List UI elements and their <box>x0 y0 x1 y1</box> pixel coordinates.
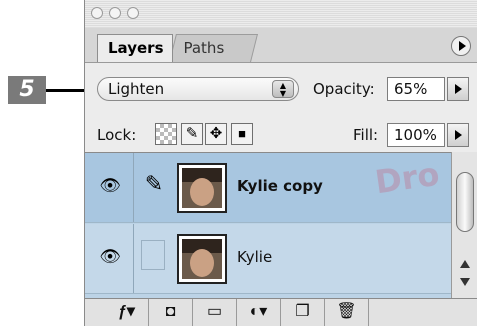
scrollbar[interactable] <box>451 152 477 298</box>
layer-row-kylie[interactable]: 👁 Kylie <box>85 224 452 294</box>
opacity-slider-arrow-icon[interactable] <box>447 77 469 101</box>
lock-transparency-icon[interactable] <box>155 123 177 145</box>
palette-menu-icon[interactable] <box>451 36 471 56</box>
layer-mask-icon[interactable]: ◘ <box>149 299 193 326</box>
column-divider <box>133 224 134 293</box>
callout-arrow-line <box>46 89 88 92</box>
scrollbar-thumb[interactable] <box>456 172 474 232</box>
opacity-input[interactable]: 65% <box>387 77 445 101</box>
trash-icon[interactable]: 🗑 <box>325 299 369 326</box>
new-set-icon[interactable]: ▭ <box>193 299 237 326</box>
opacity-label: Opacity: <box>313 80 375 98</box>
layer-options: Lighten ▲ ▼ Opacity: 65% Lock: ✎ ✥ ■ Fill… <box>85 62 477 152</box>
lock-all-icon[interactable]: ■ <box>231 123 253 145</box>
brush-icon[interactable]: ✎ <box>139 169 169 199</box>
minimize-icon[interactable] <box>109 7 121 19</box>
tab-paths-label: Paths <box>183 39 225 57</box>
tab-bar: Paths Layers <box>85 28 477 62</box>
scroll-up-icon[interactable] <box>460 260 470 268</box>
tab-paths[interactable]: Paths <box>169 34 258 62</box>
zoom-icon[interactable] <box>127 7 139 19</box>
step-callout: 5 <box>8 76 46 104</box>
new-layer-icon[interactable]: ❐ <box>281 299 325 326</box>
fill-input[interactable]: 100% <box>387 123 445 147</box>
eye-icon[interactable]: 👁 <box>97 248 123 266</box>
layers-palette: Paths Layers Lighten ▲ ▼ Opacity: 65% Loc… <box>84 0 477 326</box>
fill-slider-arrow-icon[interactable] <box>447 123 469 147</box>
layer-row-kylie-copy[interactable]: 👁 ✎ Kylie copy Dro <box>85 153 452 223</box>
adjustment-layer-icon[interactable]: ◐▾ <box>237 299 281 326</box>
updown-arrows-icon: ▲ ▼ <box>272 80 294 98</box>
scroll-down-icon[interactable] <box>460 278 470 286</box>
close-icon[interactable] <box>91 7 103 19</box>
palette-titlebar[interactable] <box>85 0 477 28</box>
layer-name[interactable]: Kylie copy <box>237 177 323 195</box>
layers-list: 👁 ✎ Kylie copy Dro 👁 Kylie <box>85 152 452 298</box>
layer-thumbnail[interactable] <box>177 234 227 284</box>
palette-bottom-bar: ƒ▾ ◘ ▭ ◐▾ ❐ 🗑 <box>85 298 477 326</box>
blend-mode-select[interactable]: Lighten ▲ ▼ <box>97 77 299 101</box>
layer-style-icon[interactable]: ƒ▾ <box>105 299 149 326</box>
layer-name[interactable]: Kylie <box>237 248 272 266</box>
lock-move-icon[interactable]: ✥ <box>205 123 227 145</box>
link-box[interactable] <box>141 240 165 270</box>
lock-label: Lock: <box>97 126 137 144</box>
column-divider <box>133 153 134 222</box>
blend-mode-value: Lighten <box>108 80 165 98</box>
fill-label: Fill: <box>353 126 379 144</box>
watermark-text: Dro <box>372 154 442 202</box>
eye-icon[interactable]: 👁 <box>97 177 123 195</box>
layer-thumbnail[interactable] <box>177 163 227 213</box>
tab-layers[interactable]: Layers <box>97 34 173 62</box>
lock-paint-icon[interactable]: ✎ <box>181 123 203 145</box>
